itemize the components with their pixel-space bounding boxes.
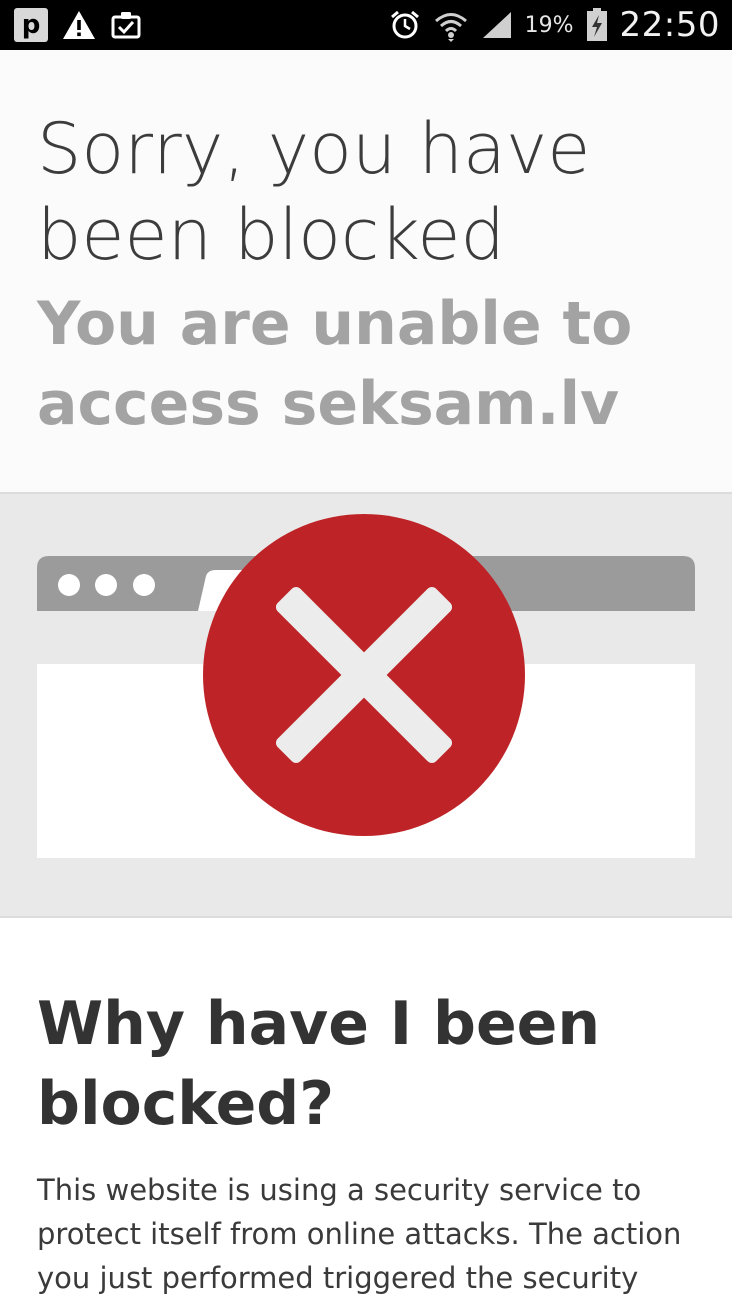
blocked-illustration-band <box>0 492 732 918</box>
browser-dot-1 <box>58 574 80 596</box>
block-header: Sorry, you have been blocked You are una… <box>0 50 732 492</box>
browser-dot-3 <box>133 574 155 596</box>
p-app-icon: p <box>14 8 48 42</box>
why-body-text: This website is using a security service… <box>37 1173 682 1295</box>
signal-icon <box>481 10 513 40</box>
status-bar: p 19% 22:50 <box>0 0 732 50</box>
clipboard-check-icon <box>110 9 142 41</box>
battery-charging-icon <box>586 8 608 42</box>
battery-percent: 19% <box>524 12 574 38</box>
browser-dot-2 <box>95 574 117 596</box>
page-subtitle: You are unable to access seksam.lv <box>37 289 633 439</box>
status-clock: 22:50 <box>619 5 720 45</box>
alarm-icon <box>389 9 421 41</box>
why-section: Why have I been blocked? This website is… <box>0 918 732 1300</box>
blocked-illustration <box>37 514 695 858</box>
wifi-icon <box>433 8 469 42</box>
warning-icon <box>62 9 96 41</box>
page-title: Sorry, you have been blocked <box>37 108 591 276</box>
why-heading: Why have I been blocked? <box>37 989 601 1139</box>
